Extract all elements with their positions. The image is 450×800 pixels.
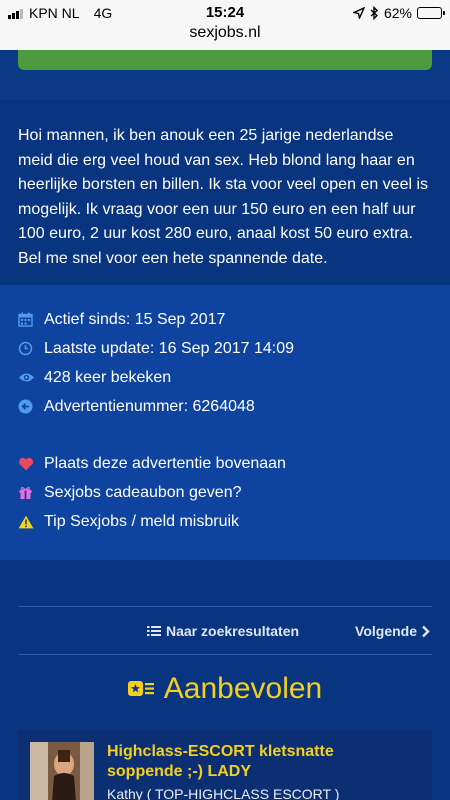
- next-ad-link[interactable]: Volgende: [355, 623, 430, 639]
- report-abuse-link[interactable]: Tip Sexjobs / meld misbruik: [18, 507, 432, 536]
- chevron-right-icon: [422, 625, 430, 637]
- last-update: Laatste update: 16 Sep 2017 14:09: [44, 339, 294, 357]
- ad-number-row: Advertentienummer: 6264048: [18, 392, 432, 421]
- views-row: 428 keer bekeken: [18, 363, 432, 392]
- badge-list-icon: [127, 681, 154, 696]
- ad-number: Advertentienummer: 6264048: [44, 397, 255, 415]
- list-icon: [147, 626, 161, 636]
- heart-icon: [18, 457, 44, 471]
- divider-bottom: [18, 654, 432, 655]
- location-icon: [352, 7, 365, 19]
- bluetooth-icon: [370, 6, 378, 20]
- warning-icon: [18, 515, 44, 529]
- recommended-card[interactable]: Highclass-ESCORT kletsnatte soppende ;-)…: [18, 730, 432, 800]
- back-to-results-link[interactable]: Naar zoekresultaten: [147, 623, 299, 639]
- view-count: 428 keer bekeken: [44, 368, 172, 386]
- ad-details: Actief sinds: 15 Sep 2017 Laatste update…: [0, 285, 450, 560]
- active-since-row: Actief sinds: 15 Sep 2017: [18, 305, 432, 334]
- card-title[interactable]: Highclass-ESCORT kletsnatte soppende ;-)…: [107, 742, 407, 782]
- clock-icon: [18, 341, 44, 356]
- result-navigation: Naar zoekresultaten Volgende: [0, 606, 450, 654]
- promote-ad-link[interactable]: Plaats deze advertentie bovenaan: [18, 449, 432, 478]
- description-text: Hoi mannen, ik ben anouk een 25 jarige n…: [18, 127, 429, 267]
- calendar-icon: [18, 312, 44, 327]
- card-thumbnail[interactable]: [30, 742, 94, 800]
- last-update-row: Laatste update: 16 Sep 2017 14:09: [18, 334, 432, 363]
- system-indicators: 62%: [352, 5, 445, 21]
- promote-ad-label: Plaats deze advertentie bovenaan: [44, 454, 286, 472]
- next-label: Volgende: [355, 623, 417, 639]
- ad-description: Hoi mannen, ik ben anouk een 25 jarige n…: [0, 100, 450, 285]
- battery-percent: 62%: [383, 5, 412, 21]
- card-subtitle: Kathy ( TOP-HIGHCLASS ESCORT ): [107, 786, 340, 800]
- recommended-heading: Aanbevolen: [0, 672, 450, 706]
- status-bar: KPN NL 4G 15:24 62% sexjobs.nl: [0, 0, 450, 50]
- contact-button[interactable]: [18, 50, 432, 70]
- eye-icon: [18, 371, 44, 384]
- battery-icon: [417, 7, 445, 19]
- address-bar-url[interactable]: sexjobs.nl: [0, 24, 450, 42]
- recommended-title: Aanbevolen: [163, 672, 323, 705]
- report-abuse-label: Tip Sexjobs / meld misbruik: [44, 512, 240, 530]
- gift-voucher-link[interactable]: Sexjobs cadeaubon geven?: [18, 478, 432, 507]
- back-to-results-label: Naar zoekresultaten: [166, 623, 300, 639]
- arrow-left-circle-icon: [18, 399, 44, 414]
- gift-icon: [18, 485, 44, 500]
- gift-voucher-label: Sexjobs cadeaubon geven?: [44, 483, 242, 501]
- active-since: Actief sinds: 15 Sep 2017: [44, 310, 226, 328]
